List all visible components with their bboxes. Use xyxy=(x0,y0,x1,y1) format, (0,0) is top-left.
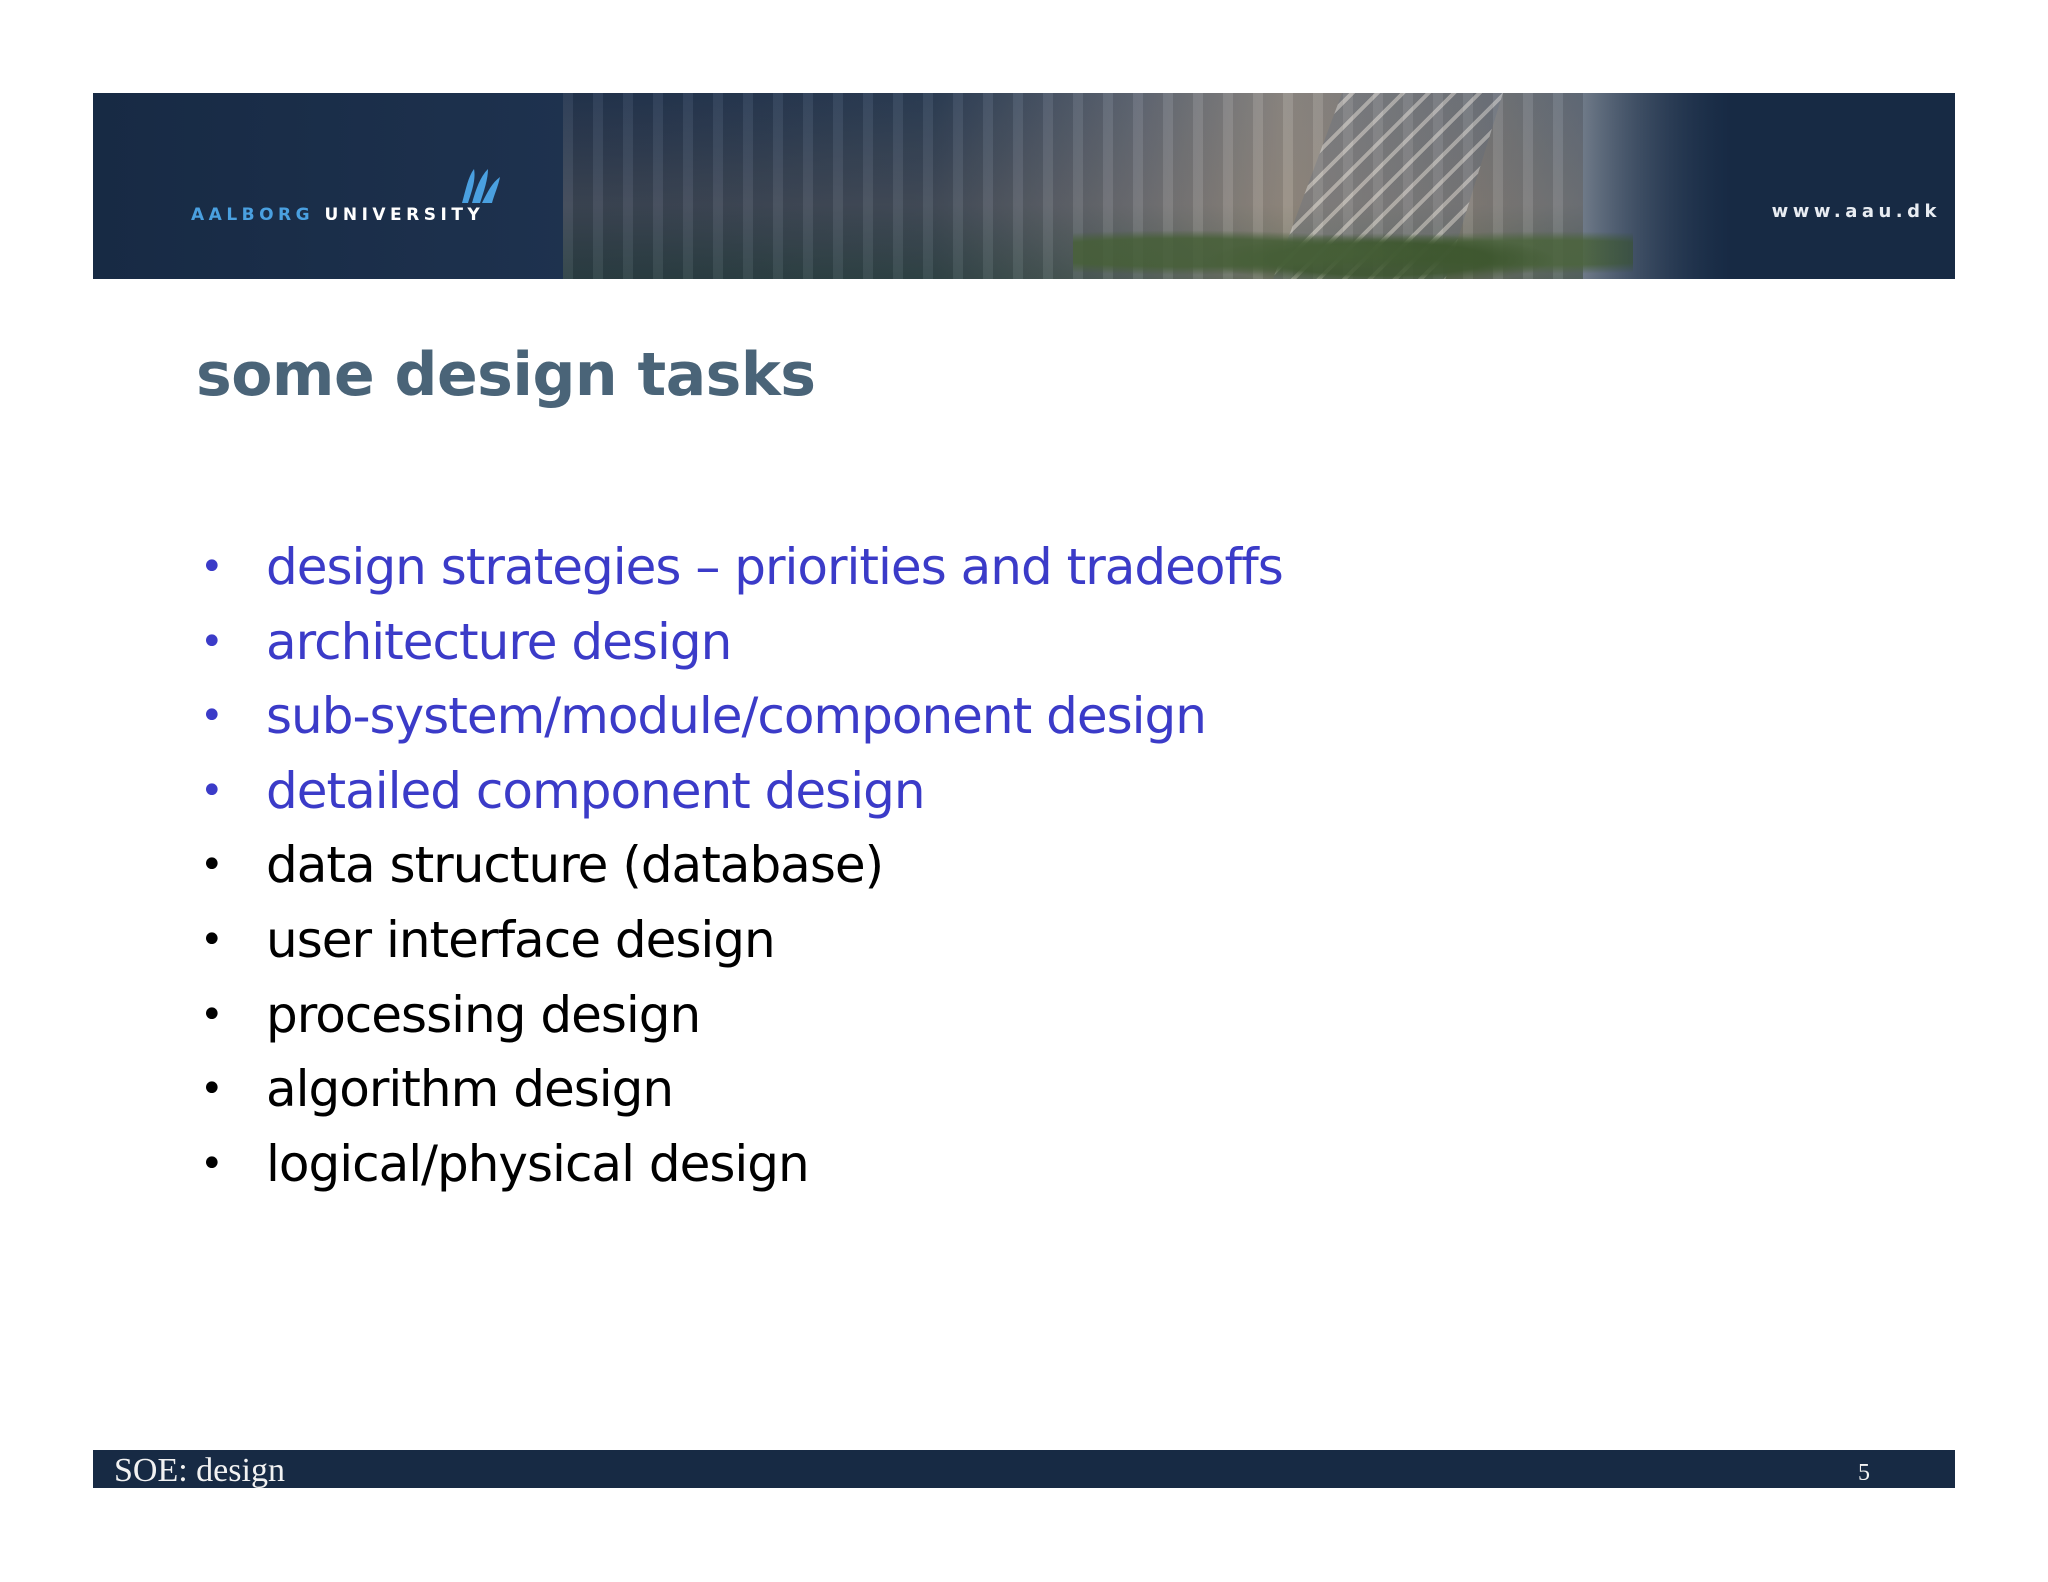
header-banner: AALBORG UNIVERSITY www.aau.dk xyxy=(93,93,1955,279)
bullet-icon: • xyxy=(200,1140,224,1187)
list-item: • user interface design xyxy=(196,903,1283,978)
list-item-text: processing design xyxy=(266,985,701,1044)
bullet-icon: • xyxy=(200,916,224,963)
list-item-text: detailed component design xyxy=(266,761,926,820)
bullet-icon: • xyxy=(200,1066,224,1113)
list-item: • data structure (database) xyxy=(196,828,1283,903)
brand-name: AALBORG UNIVERSITY xyxy=(191,205,484,225)
list-item: • design strategies – priorities and trad… xyxy=(196,530,1284,605)
list-item-text: architecture design xyxy=(266,612,732,671)
bullet-icon: • xyxy=(200,693,224,740)
list-item: • sub-system/module/component design xyxy=(196,679,1283,754)
page-number: 5 xyxy=(1858,1460,1870,1486)
bullet-icon: • xyxy=(200,991,224,1038)
bullet-list: • design strategies – priorities and trad… xyxy=(196,530,1284,1202)
aau-logo-icon xyxy=(462,169,500,203)
list-item-text: user interface design xyxy=(266,910,776,969)
bullet-icon: • xyxy=(200,767,224,814)
slide: AALBORG UNIVERSITY www.aau.dk some desig… xyxy=(0,0,2048,1582)
list-item: • detailed component design xyxy=(196,754,1283,829)
brand-university: UNIVERSITY xyxy=(324,205,485,225)
bullet-icon: • xyxy=(200,618,224,665)
website-url: www.aau.dk xyxy=(1771,201,1941,222)
list-item: • logical/physical design xyxy=(196,1127,1283,1202)
footer-bar xyxy=(93,1450,1955,1488)
list-item-text: data structure (database) xyxy=(266,836,884,895)
trees xyxy=(1073,213,1633,279)
banner-fade xyxy=(1583,93,1955,279)
list-item-text: sub-system/module/component design xyxy=(266,687,1207,746)
list-item: • architecture design xyxy=(196,605,1283,680)
slide-title: some design tasks xyxy=(196,340,816,410)
list-item: • algorithm design xyxy=(196,1052,1283,1127)
brand-aalborg: AALBORG xyxy=(191,205,315,225)
footer-label: SOE: design xyxy=(114,1452,285,1489)
list-item: • processing design xyxy=(196,978,1283,1053)
list-item-text: design strategies – priorities and trade… xyxy=(266,538,1284,596)
bullet-icon: • xyxy=(200,544,224,590)
list-item-text: algorithm design xyxy=(266,1060,674,1119)
list-item-text: logical/physical design xyxy=(266,1134,810,1193)
bullet-icon: • xyxy=(200,842,224,889)
